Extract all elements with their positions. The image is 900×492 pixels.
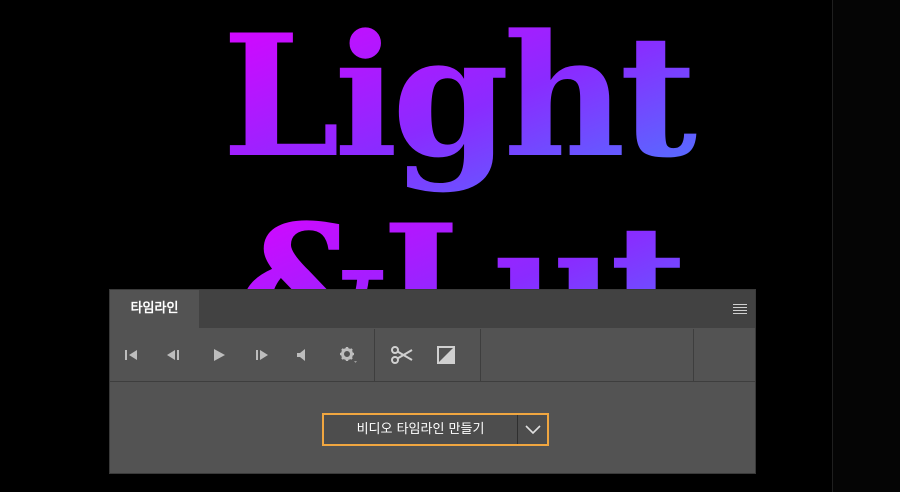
timeline-toolbar [110,329,755,381]
panel-header [110,290,755,328]
toolbar-separator [374,329,375,381]
toolbar-separator [480,329,481,381]
workspace-background [833,0,900,492]
toolbar-border [110,381,755,382]
go-to-first-frame-icon[interactable] [121,345,141,365]
next-frame-icon[interactable] [252,345,272,365]
split-scissors-icon[interactable] [390,345,414,365]
panel-menu-icon[interactable] [733,304,747,315]
settings-icon[interactable] [338,345,358,365]
chevron-down-icon[interactable] [518,415,547,444]
artwork-text-line1: Light [222,0,697,195]
transition-icon[interactable] [436,345,456,365]
previous-frame-icon[interactable] [163,345,183,365]
play-icon[interactable] [209,345,229,365]
toolbar-separator [693,329,694,381]
audio-icon[interactable] [292,345,312,365]
create-video-timeline-group: 비디오 타임라인 만들기 [322,413,549,446]
create-video-timeline-button[interactable]: 비디오 타임라인 만들기 [324,415,518,444]
timeline-panel: 타임라인 비디오 타임라인 만들기 [110,290,755,473]
tab-timeline[interactable]: 타임라인 [110,290,199,329]
photoshop-workspace: Light &Lut 타임라인 비디오 타임라인 만들기 [0,0,900,492]
